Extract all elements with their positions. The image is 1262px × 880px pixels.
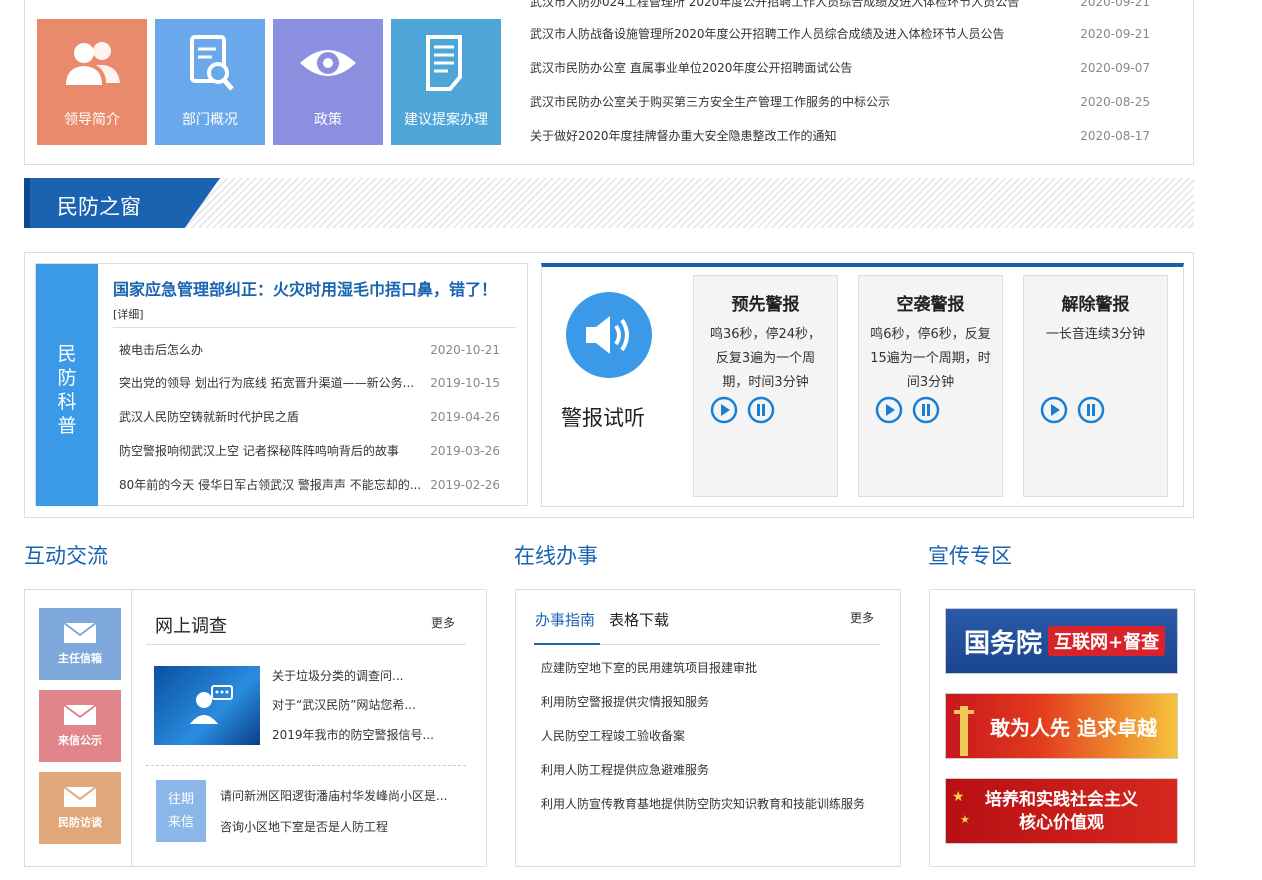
- news-item[interactable]: 武汉市人防办024工程管理所 2020年度公开招聘工作人员综合成绩及进入体检环节…: [530, 0, 1150, 12]
- divider: [131, 590, 132, 866]
- news-item[interactable]: 武汉市民防办公室 直属事业单位2020年度公开招聘面试公告 2020-09-07: [530, 58, 1150, 78]
- divider: [146, 644, 466, 645]
- interview-button[interactable]: 民防访谈: [39, 772, 121, 844]
- ad-dare-first[interactable]: 敢为人先 追求卓越: [945, 693, 1178, 759]
- pause-icon[interactable]: [912, 396, 940, 424]
- alarm-card-release: 解除警报 一长音连续3分钟: [1023, 275, 1168, 497]
- list-item[interactable]: 武汉人民防空铸就新时代护民之盾 2019-04-26: [119, 407, 500, 427]
- list-item[interactable]: 80年前的今天 侵华日军占领武汉 警报声声 不能忘却的... 2019-02-26: [119, 475, 500, 495]
- tile-department[interactable]: 部门概况: [155, 19, 265, 145]
- news-item[interactable]: 武汉市人防战备设施管理所2020年度公开招聘工作人员综合成绩及进入体检环节人员公…: [530, 24, 1150, 44]
- document-icon: [426, 35, 462, 91]
- service-item[interactable]: 利用防空警报提供灾情报知服务: [541, 692, 709, 712]
- kepu-headline[interactable]: 国家应急管理部纠正：火灾时用湿毛巾捂口鼻，错了！: [113, 276, 497, 300]
- news-item[interactable]: 武汉市民防办公室关于购买第三方安全生产管理工作服务的中标公示 2020-08-25: [530, 92, 1150, 112]
- alarm-card-airraid: 空袭警报 鸣6秒，停6秒，反复15遍为一个周期，时间3分钟: [858, 275, 1003, 497]
- tile-leader-intro[interactable]: 领导简介: [37, 19, 147, 145]
- past-letter-item[interactable]: 咨询小区地下室是否是人防工程: [220, 817, 388, 837]
- tab-guide[interactable]: 办事指南: [535, 609, 595, 630]
- divider: [113, 327, 516, 328]
- divider: [146, 765, 466, 766]
- tile-policy[interactable]: 政策: [273, 19, 383, 145]
- people-icon: [66, 42, 120, 85]
- ad-state-council[interactable]: 国务院 互联网+督查: [945, 608, 1178, 674]
- envelope-icon: [63, 786, 97, 807]
- pause-icon[interactable]: [747, 396, 775, 424]
- survey-item[interactable]: 2019年我市的防空警报信号...: [272, 725, 434, 745]
- service-item[interactable]: 应建防空地下室的民用建筑项目报建审批: [541, 658, 757, 678]
- letter-publish-button[interactable]: 来信公示: [39, 690, 121, 762]
- survey-item[interactable]: 对于“武汉民防”网站您希...: [272, 695, 416, 715]
- tile-proposal[interactable]: 建议提案办理: [391, 19, 501, 145]
- tile-label: 领导简介: [64, 112, 120, 128]
- envelope-icon: [63, 704, 97, 725]
- kepu-side-label: 民防科普: [36, 264, 98, 506]
- survey-title: 网上调查: [155, 616, 227, 637]
- promo-title: 宣传专区: [928, 544, 1012, 568]
- tab-forms[interactable]: 表格下载: [609, 609, 669, 630]
- pause-icon[interactable]: [1077, 396, 1105, 424]
- mailbox-button[interactable]: 主任信箱: [39, 608, 121, 680]
- envelope-icon: [63, 622, 97, 643]
- monument-icon: [954, 706, 974, 756]
- play-icon[interactable]: [875, 396, 903, 424]
- service-item[interactable]: 利用人防宣传教育基地提供防空防灾知识教育和技能训练服务: [541, 794, 865, 814]
- tile-label: 政策: [314, 112, 342, 128]
- online-more-link[interactable]: 更多: [850, 609, 874, 626]
- document-search-icon: [190, 35, 234, 91]
- play-icon[interactable]: [710, 396, 738, 424]
- list-item[interactable]: 突出党的领导 划出行为底线 拓宽晋升渠道——新公务... 2019-10-15: [119, 373, 500, 393]
- person-chat-icon: [190, 685, 233, 724]
- banner-title: 民防之窗: [57, 195, 141, 219]
- alarm-title: 警报试听: [561, 406, 645, 430]
- play-icon[interactable]: [1040, 396, 1068, 424]
- list-item[interactable]: 被电击后怎么办 2020-10-21: [119, 340, 500, 360]
- survey-image: [154, 666, 260, 745]
- kepu-detail-link[interactable]: [详细]: [113, 306, 144, 322]
- ad-core-values[interactable]: ★ ★ 培养和实践社会主义 核心价值观: [945, 778, 1178, 844]
- service-item[interactable]: 利用人防工程提供应急避难服务: [541, 760, 709, 780]
- interaction-title: 互动交流: [24, 544, 108, 568]
- tile-label: 建议提案办理: [404, 112, 488, 128]
- online-title: 在线办事: [514, 544, 598, 568]
- eye-icon: [300, 50, 356, 76]
- service-item[interactable]: 人民防空工程竣工验收备案: [541, 726, 685, 746]
- list-item[interactable]: 防空警报响彻武汉上空 记者探秘阵阵鸣响背后的故事 2019-03-26: [119, 441, 500, 461]
- past-letters-badge: 往期 来信: [156, 780, 206, 842]
- section-banner: 民防之窗: [24, 178, 1194, 228]
- tab-active-underline: [534, 643, 600, 645]
- speaker-icon: [566, 292, 652, 382]
- news-item[interactable]: 关于做好2020年度挂牌督办重大安全隐患整改工作的通知 2020-08-17: [530, 126, 1150, 146]
- alarm-card-preliminary: 预先警报 鸣36秒，停24秒，反复3遍为一个周期，时间3分钟: [693, 275, 838, 497]
- survey-item[interactable]: 关于垃圾分类的调查问...: [272, 666, 403, 686]
- past-letter-item[interactable]: 请问新洲区阳逻街潘庙村华发峰尚小区是...: [220, 786, 447, 806]
- tile-label: 部门概况: [182, 112, 238, 128]
- survey-more-link[interactable]: 更多: [431, 614, 455, 631]
